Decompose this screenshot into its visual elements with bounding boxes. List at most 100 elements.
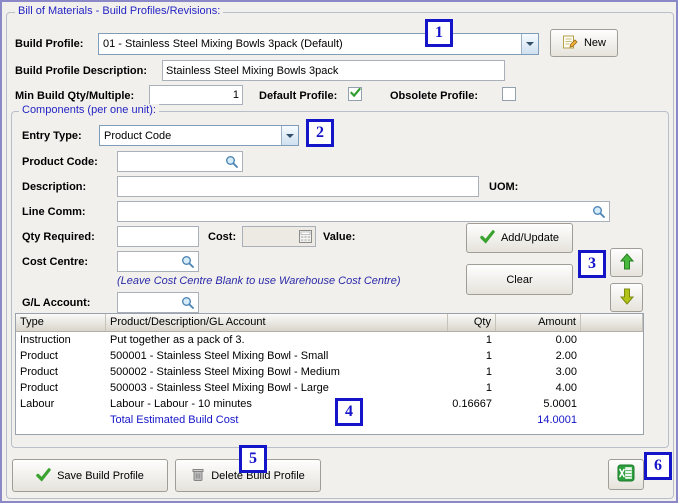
dropdown-arrow-icon[interactable] — [281, 126, 298, 145]
table-row-total: Total Estimated Build Cost 14.0001 — [16, 412, 643, 428]
cell-amount: 14.0001 — [537, 414, 577, 426]
new-document-icon — [562, 34, 578, 53]
build-profile-select[interactable]: 01 - Stainless Steel Mixing Bowls 3pack … — [98, 33, 539, 55]
move-up-button[interactable] — [610, 248, 643, 277]
search-icon[interactable] — [181, 255, 195, 269]
components-title: Components (per one unit): — [19, 104, 159, 116]
build-profile-label: Build Profile: — [15, 38, 84, 50]
bom-groupbox-title: Bill of Materials - Build Profiles/Revis… — [15, 5, 224, 17]
cost-centre-input[interactable] — [117, 251, 199, 272]
move-down-button[interactable] — [610, 283, 643, 312]
new-button-label: New — [583, 37, 606, 49]
save-build-profile-label: Save Build Profile — [57, 469, 144, 482]
default-profile-label: Default Profile: — [259, 90, 338, 102]
checkmark-icon — [349, 87, 361, 101]
cost-centre-label: Cost Centre: — [22, 256, 89, 268]
default-profile-checkbox[interactable] — [348, 87, 362, 101]
clear-button[interactable]: Clear — [466, 264, 573, 295]
new-button[interactable]: New — [550, 29, 618, 57]
annotation-6: 6 — [644, 452, 672, 480]
bill-of-materials-window: Bill of Materials - Build Profiles/Revis… — [0, 0, 678, 503]
cell-qty: 1 — [485, 334, 492, 346]
line-comm-input[interactable] — [117, 201, 610, 222]
cell-description: Total Estimated Build Cost — [110, 414, 239, 426]
calculator-icon[interactable] — [299, 230, 312, 243]
cell-description: 500003 - Stainless Steel Mixing Bowl - L… — [110, 382, 329, 394]
cell-description: 500001 - Stainless Steel Mixing Bowl - S… — [110, 350, 329, 362]
table-row[interactable]: Product 500002 - Stainless Steel Mixing … — [16, 364, 643, 380]
value-label: Value: — [323, 231, 356, 243]
clear-button-label: Clear — [506, 273, 533, 286]
table-row[interactable]: Product 500001 - Stainless Steel Mixing … — [16, 348, 643, 364]
cell-qty: 1 — [485, 350, 492, 362]
cell-description: Labour - Labour - 10 minutes — [110, 398, 252, 410]
cell-qty: 0.16667 — [452, 398, 492, 410]
arrow-down-icon — [619, 288, 634, 308]
cell-amount: 0.00 — [555, 334, 577, 346]
components-table: Type Product/Description/GL Account Qty … — [15, 313, 644, 435]
cell-qty: 1 — [485, 366, 492, 378]
check-icon — [36, 467, 51, 485]
line-comm-label: Line Comm: — [22, 206, 86, 218]
save-build-profile-button[interactable]: Save Build Profile — [12, 459, 168, 492]
dropdown-arrow-icon[interactable] — [521, 34, 538, 54]
entry-type-label: Entry Type: — [22, 130, 82, 142]
table-row[interactable]: Labour Labour - Labour - 10 minutes 0.16… — [16, 396, 643, 412]
obsolete-profile-checkbox[interactable] — [502, 87, 516, 101]
cell-amount: 3.00 — [555, 366, 577, 378]
annotation-4: 4 — [335, 398, 363, 426]
cost-label: Cost: — [208, 231, 237, 243]
cell-type: Product — [20, 350, 58, 362]
min-build-qty-input[interactable]: 1 — [149, 85, 243, 105]
add-update-button-label: Add/Update — [500, 232, 560, 244]
search-icon[interactable] — [181, 296, 195, 310]
min-build-qty-label: Min Build Qty/Multiple: — [15, 90, 135, 102]
column-header-filler — [581, 314, 643, 331]
search-icon[interactable] — [225, 155, 239, 169]
column-header-amount: Amount — [496, 314, 581, 331]
table-row[interactable]: Instruction Put together as a pack of 3.… — [16, 332, 643, 348]
cell-amount: 4.00 — [555, 382, 577, 394]
qty-required-input[interactable] — [117, 226, 199, 247]
annotation-2: 2 — [306, 119, 334, 147]
check-icon — [480, 229, 495, 247]
cell-type: Product — [20, 366, 58, 378]
add-update-button[interactable]: Add/Update — [466, 223, 573, 253]
table-header-row: Type Product/Description/GL Account Qty … — [16, 314, 643, 332]
annotation-3: 3 — [578, 250, 606, 278]
column-header-description: Product/Description/GL Account — [106, 314, 448, 331]
cell-description: Put together as a pack of 3. — [110, 334, 245, 346]
gl-account-label: G/L Account: — [22, 297, 91, 309]
qty-required-label: Qty Required: — [22, 231, 95, 243]
column-header-type: Type — [16, 314, 106, 331]
build-profile-description-input[interactable]: Stainless Steel Mixing Bowls 3pack — [162, 60, 505, 81]
cell-amount: 5.0001 — [543, 398, 577, 410]
min-build-qty-value: 1 — [232, 89, 239, 101]
arrow-up-icon — [619, 252, 634, 273]
product-code-input[interactable] — [117, 151, 243, 172]
annotation-1: 1 — [425, 19, 453, 47]
cell-amount: 2.00 — [555, 350, 577, 362]
obsolete-profile-label: Obsolete Profile: — [390, 90, 479, 102]
uom-label: UOM: — [489, 181, 519, 193]
cost-centre-note: (Leave Cost Centre Blank to use Warehous… — [117, 275, 401, 287]
cell-type: Instruction — [20, 334, 71, 346]
cell-type: Product — [20, 382, 58, 394]
cell-qty: 1 — [485, 382, 492, 394]
export-excel-button[interactable] — [608, 459, 644, 490]
component-description-label: Description: — [22, 181, 87, 193]
cost-input — [242, 226, 316, 247]
build-profile-description-value: Stainless Steel Mixing Bowls 3pack — [166, 64, 339, 77]
delete-icon — [191, 467, 205, 485]
build-profile-description-label: Build Profile Description: — [15, 65, 148, 77]
gl-account-input[interactable] — [117, 292, 199, 313]
excel-icon — [617, 464, 635, 485]
column-header-qty: Qty — [448, 314, 496, 331]
search-icon[interactable] — [592, 205, 606, 219]
table-row[interactable]: Product 500003 - Stainless Steel Mixing … — [16, 380, 643, 396]
cell-description: 500002 - Stainless Steel Mixing Bowl - M… — [110, 366, 340, 378]
component-description-input[interactable] — [117, 176, 479, 197]
entry-type-select[interactable]: Product Code — [99, 125, 299, 146]
cell-type: Labour — [20, 398, 55, 410]
product-code-label: Product Code: — [22, 156, 98, 168]
